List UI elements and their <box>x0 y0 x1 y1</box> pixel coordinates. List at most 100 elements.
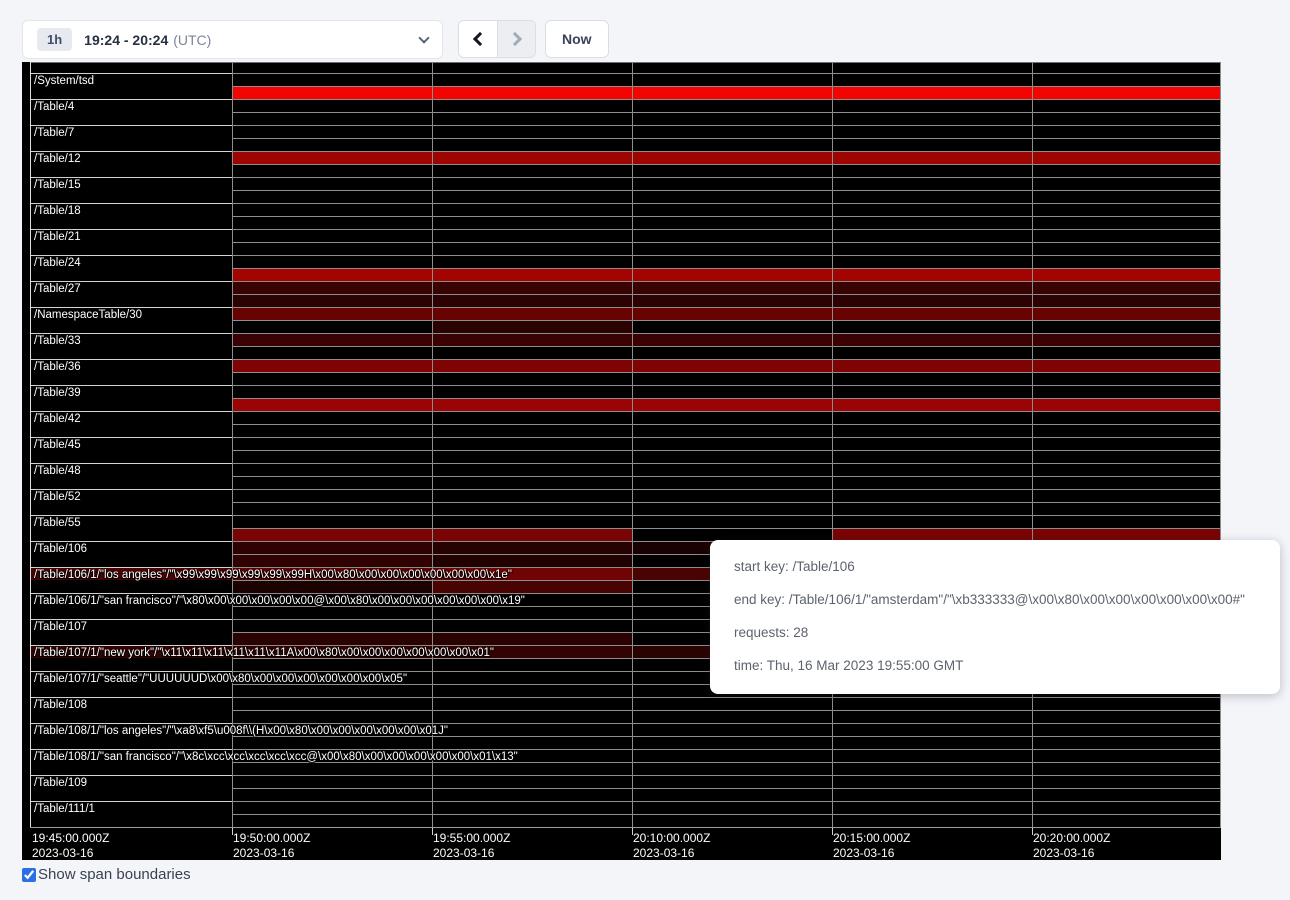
heatmap-cell[interactable] <box>232 398 432 411</box>
heatmap-cell[interactable] <box>30 164 232 177</box>
heatmap-cell[interactable] <box>1032 281 1221 294</box>
heatmap-cell[interactable] <box>1032 307 1221 320</box>
heatmap-cell[interactable] <box>232 346 432 359</box>
heatmap-cell[interactable] <box>832 476 1032 489</box>
heatmap-cell[interactable] <box>232 86 432 99</box>
heatmap-cell[interactable] <box>432 645 632 658</box>
heatmap-cell[interactable] <box>1032 320 1221 333</box>
heatmap-cell[interactable] <box>30 814 232 827</box>
heatmap-cell[interactable] <box>832 268 1032 281</box>
heatmap-cell[interactable] <box>832 177 1032 190</box>
heatmap-cell[interactable] <box>432 697 632 710</box>
heatmap-cell[interactable] <box>30 697 232 710</box>
heatmap-cell[interactable] <box>1032 190 1221 203</box>
heatmap-grid[interactable] <box>30 62 1221 827</box>
heatmap-cell[interactable] <box>1032 333 1221 346</box>
heatmap-cell[interactable] <box>832 255 1032 268</box>
heatmap-cell[interactable] <box>432 125 632 138</box>
heatmap-cell[interactable] <box>632 502 832 515</box>
heatmap-cell[interactable] <box>30 515 232 528</box>
heatmap-cell[interactable] <box>1032 99 1221 112</box>
heatmap-cell[interactable] <box>632 346 832 359</box>
heatmap-cell[interactable] <box>232 333 432 346</box>
heatmap-cell[interactable] <box>232 658 432 671</box>
heatmap-cell[interactable] <box>832 86 1032 99</box>
heatmap-cell[interactable] <box>30 294 232 307</box>
heatmap-cell[interactable] <box>30 723 232 736</box>
heatmap-cell[interactable] <box>432 333 632 346</box>
heatmap-cell[interactable] <box>432 216 632 229</box>
heatmap-cell[interactable] <box>832 775 1032 788</box>
heatmap-cell[interactable] <box>832 736 1032 749</box>
heatmap-cell[interactable] <box>232 736 432 749</box>
heatmap-cell[interactable] <box>232 788 432 801</box>
heatmap-cell[interactable] <box>232 515 432 528</box>
heatmap-cell[interactable] <box>832 229 1032 242</box>
heatmap-cell[interactable] <box>632 294 832 307</box>
heatmap-cell[interactable] <box>432 502 632 515</box>
heatmap-cell[interactable] <box>232 138 432 151</box>
heatmap-cell[interactable] <box>30 372 232 385</box>
heatmap-cell[interactable] <box>632 372 832 385</box>
heatmap-cell[interactable] <box>632 437 832 450</box>
heatmap-cell[interactable] <box>832 190 1032 203</box>
heatmap-cell[interactable] <box>632 697 832 710</box>
heatmap-cell[interactable] <box>30 255 232 268</box>
heatmap-cell[interactable] <box>232 593 432 606</box>
heatmap-cell[interactable] <box>232 62 432 73</box>
heatmap-cell[interactable] <box>30 606 232 619</box>
heatmap-cell[interactable] <box>632 359 832 372</box>
heatmap-cell[interactable] <box>1032 73 1221 86</box>
heatmap-cell[interactable] <box>432 710 632 723</box>
heatmap-cell[interactable] <box>30 658 232 671</box>
heatmap-cell[interactable] <box>632 411 832 424</box>
heatmap-cell[interactable] <box>632 424 832 437</box>
heatmap-cell[interactable] <box>232 112 432 125</box>
heatmap-cell[interactable] <box>432 554 632 567</box>
heatmap-cell[interactable] <box>30 151 232 164</box>
heatmap-cell[interactable] <box>432 281 632 294</box>
heatmap-cell[interactable] <box>832 463 1032 476</box>
heatmap-cell[interactable] <box>632 190 832 203</box>
heatmap-cell[interactable] <box>832 762 1032 775</box>
heatmap-cell[interactable] <box>232 541 432 554</box>
heatmap-cell[interactable] <box>432 346 632 359</box>
heatmap-cell[interactable] <box>30 307 232 320</box>
heatmap-cell[interactable] <box>30 567 232 580</box>
heatmap-cell[interactable] <box>632 463 832 476</box>
heatmap-cell[interactable] <box>432 619 632 632</box>
heatmap-cell[interactable] <box>1032 268 1221 281</box>
heatmap-cell[interactable] <box>832 307 1032 320</box>
heatmap-cell[interactable] <box>432 411 632 424</box>
heatmap-cell[interactable] <box>232 177 432 190</box>
heatmap-cell[interactable] <box>632 268 832 281</box>
heatmap-cell[interactable] <box>1032 86 1221 99</box>
heatmap-cell[interactable] <box>832 99 1032 112</box>
heatmap-cell[interactable] <box>832 164 1032 177</box>
heatmap-cell[interactable] <box>30 489 232 502</box>
heatmap-cell[interactable] <box>632 749 832 762</box>
heatmap-cell[interactable] <box>832 801 1032 814</box>
heatmap-cell[interactable] <box>432 593 632 606</box>
heatmap-cell[interactable] <box>432 567 632 580</box>
heatmap-cell[interactable] <box>232 203 432 216</box>
heatmap-cell[interactable] <box>432 255 632 268</box>
heatmap-cell[interactable] <box>832 788 1032 801</box>
heatmap-cell[interactable] <box>832 112 1032 125</box>
heatmap-cell[interactable] <box>432 190 632 203</box>
heatmap-cell[interactable] <box>432 203 632 216</box>
heatmap-cell[interactable] <box>232 476 432 489</box>
heatmap-cell[interactable] <box>30 671 232 684</box>
heatmap-cell[interactable] <box>30 749 232 762</box>
heatmap-cell[interactable] <box>1032 398 1221 411</box>
heatmap-cell[interactable] <box>1032 801 1221 814</box>
heatmap-cell[interactable] <box>832 515 1032 528</box>
heatmap-cell[interactable] <box>632 138 832 151</box>
heatmap-cell[interactable] <box>30 125 232 138</box>
heatmap-cell[interactable] <box>30 463 232 476</box>
heatmap-cell[interactable] <box>1032 515 1221 528</box>
heatmap-cell[interactable] <box>1032 450 1221 463</box>
heatmap-cell[interactable] <box>232 450 432 463</box>
heatmap-cell[interactable] <box>232 749 432 762</box>
heatmap-cell[interactable] <box>632 203 832 216</box>
